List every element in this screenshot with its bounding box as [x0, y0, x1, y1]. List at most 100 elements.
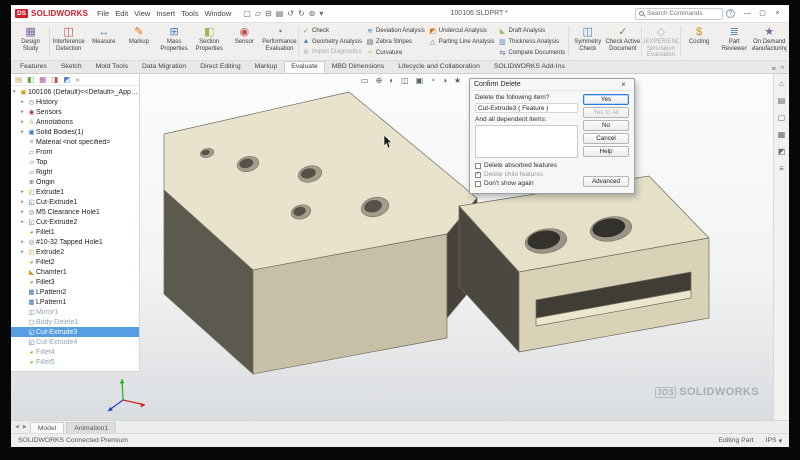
display-style-icon[interactable]: ◔: [430, 76, 435, 85]
dependent-items-list[interactable]: [475, 125, 578, 158]
tree-item[interactable]: ▸◎M5 Clearance Hole1: [11, 207, 139, 217]
costing-button[interactable]: $Costing: [682, 24, 717, 59]
delete-absorbed-features-checkbox[interactable]: Delete absorbed features: [475, 162, 578, 169]
don-t-show-again-checkbox[interactable]: Don't show again: [475, 180, 578, 187]
mass-properties-button[interactable]: ⊞Mass Properties: [157, 24, 192, 59]
tree-item[interactable]: ▸◷History: [11, 97, 139, 107]
command-search[interactable]: [635, 8, 723, 20]
propertymanager-tab-icon[interactable]: ◧: [27, 75, 34, 84]
tree-item[interactable]: ◫Mirror1: [11, 307, 139, 317]
tree-item[interactable]: ▸▣Solid Bodies(1): [11, 127, 139, 137]
help-button[interactable]: Help: [583, 146, 629, 157]
tree-item[interactable]: ◕Fillet2: [11, 257, 139, 267]
collapse-ribbon-icon[interactable]: ^: [781, 66, 784, 73]
tree-item[interactable]: ▸◱Cut-Extrude1: [11, 197, 139, 207]
doc-tab-model[interactable]: Model: [30, 422, 65, 433]
zebra-stripes-button[interactable]: ▤Zebra Stripes: [366, 38, 425, 46]
view-palette-icon[interactable]: ▦: [778, 130, 786, 139]
design-study-button[interactable]: ▦Design Study: [13, 24, 48, 59]
check-button[interactable]: ✓Check: [302, 27, 362, 35]
home-icon[interactable]: ⌂: [779, 79, 784, 88]
search-input[interactable]: [647, 10, 717, 17]
tab-sketch[interactable]: Sketch: [54, 61, 89, 73]
tab-data-migration[interactable]: Data Migration: [135, 61, 193, 73]
curvature-button[interactable]: ≈Curvature: [366, 49, 425, 56]
interference-detection-button[interactable]: ◫Interference Detection: [51, 24, 86, 59]
menu-insert[interactable]: Insert: [153, 9, 178, 18]
tree-item[interactable]: ▸◰Extrude2: [11, 247, 139, 257]
tab-solidworks-add-ins[interactable]: SOLIDWORKS Add-Ins: [487, 61, 572, 73]
close-icon[interactable]: ×: [617, 80, 630, 89]
tab-lifecycle-and-collaboration[interactable]: Lifecycle and Collaboration: [391, 61, 487, 73]
redo-icon[interactable]: ↻: [298, 9, 305, 19]
zoom-to-area-icon[interactable]: ⊕: [376, 76, 383, 85]
tab-scroll-left-icon[interactable]: ◀: [14, 424, 20, 430]
tree-item[interactable]: ▦LPattern1: [11, 297, 139, 307]
tab-mbd-dimensions[interactable]: MBD Dimensions: [325, 61, 392, 73]
custom-properties-icon[interactable]: ≡: [779, 164, 784, 173]
cancel-button[interactable]: Cancel: [583, 133, 629, 144]
units-selector[interactable]: IPS ▾: [766, 437, 782, 445]
featuremanager-tab-icon[interactable]: ▤: [15, 75, 22, 84]
configurationmanager-tab-icon[interactable]: ▦: [39, 75, 46, 84]
tree-item[interactable]: ⊕Origin: [11, 177, 139, 187]
tree-flyout-icon[interactable]: »: [75, 75, 79, 84]
measure-button[interactable]: ↔Measure: [86, 24, 121, 59]
symmetry-check-button[interactable]: ◫Symmetry Check: [570, 24, 605, 59]
design-library-icon[interactable]: ▤: [778, 96, 786, 105]
performance-evaluation-button[interactable]: ◔Performance Evaluation: [262, 24, 297, 59]
doc-tab-animation1[interactable]: Animation1: [66, 422, 116, 433]
tab-evaluate[interactable]: Evaluate: [284, 61, 324, 73]
tab-scroll-right-icon[interactable]: ▶: [22, 424, 28, 430]
sensor-button[interactable]: ◉Sensor: [227, 24, 262, 59]
tree-item[interactable]: ◕Fillet4: [11, 347, 139, 357]
tab-markup[interactable]: Markup: [248, 61, 285, 73]
markup-button[interactable]: ✎Markup: [121, 24, 156, 59]
parting-line-analysis-button[interactable]: △Parting Line Analysis: [429, 38, 495, 46]
print-icon[interactable]: ▤: [276, 9, 284, 19]
new-file-icon[interactable]: ▢: [243, 9, 251, 19]
deviation-analysis-button[interactable]: ≋Deviation Analysis: [366, 27, 425, 35]
tree-item[interactable]: ▸◰Extrude1: [11, 187, 139, 197]
options-dropdown-icon[interactable]: ▾: [319, 9, 323, 19]
ribbon-options-icon[interactable]: ≡: [772, 66, 776, 73]
save-icon[interactable]: ⊟: [265, 9, 272, 19]
zoom-fit-icon[interactable]: ▭: [361, 76, 369, 85]
tab-direct-editing[interactable]: Direct Editing: [193, 61, 247, 73]
minimize-button[interactable]: —: [740, 7, 755, 21]
menu-view[interactable]: View: [131, 9, 153, 18]
tree-item[interactable]: ▢Body-Delete1: [11, 317, 139, 327]
compare-documents-button[interactable]: ⇆Compare Documents: [498, 49, 565, 57]
check-active-document-button[interactable]: ✓Check Active Document: [605, 24, 640, 59]
dimxpertmanager-tab-icon[interactable]: ◨: [51, 75, 58, 84]
thickness-analysis-button[interactable]: ▥Thickness Analysis: [498, 38, 565, 46]
tree-item[interactable]: ◱Cut-Extrude4: [11, 337, 139, 347]
hide-show-items-icon[interactable]: ◑: [442, 76, 447, 85]
yes-button[interactable]: Yes: [583, 94, 629, 105]
tree-item[interactable]: ▾▣100106 (Default)<<Default>_Appearance: [11, 87, 139, 97]
tab-features[interactable]: Features: [13, 61, 54, 73]
menu-edit[interactable]: Edit: [112, 9, 131, 18]
on-demand-manufacturing-button[interactable]: ★On Demand Manufacturing: [752, 24, 787, 59]
menu-file[interactable]: File: [94, 9, 112, 18]
tree-item[interactable]: ▸◎#10-32 Tapped Hole1: [11, 237, 139, 247]
tree-item[interactable]: ▱Front: [11, 147, 139, 157]
maximize-button[interactable]: ▢: [755, 7, 770, 21]
section-view-icon[interactable]: ◫: [401, 76, 409, 85]
open-file-icon[interactable]: ▱: [255, 9, 261, 19]
close-button[interactable]: ×: [770, 7, 785, 21]
tree-item[interactable]: ▱Top: [11, 157, 139, 167]
part-reviewer-button[interactable]: ≣Part Reviewer: [717, 24, 752, 59]
tree-item[interactable]: ◣Chamfer1: [11, 267, 139, 277]
section-properties-button[interactable]: ◧Section Properties: [192, 24, 227, 59]
appearances-icon[interactable]: ◩: [778, 147, 786, 156]
tree-item[interactable]: ▸AAnnotations: [11, 117, 139, 127]
geometry-analysis-button[interactable]: ▲Geometry Analysis: [302, 38, 362, 45]
undo-icon[interactable]: ↺: [287, 9, 294, 19]
tree-item[interactable]: ◕Fillet3: [11, 277, 139, 287]
tree-item[interactable]: ≡Material <not specified>: [11, 137, 139, 147]
previous-view-icon[interactable]: ◐: [389, 76, 394, 85]
tab-mold-tools[interactable]: Mold Tools: [89, 61, 135, 73]
tree-item[interactable]: ◱Cut-Extrude3: [11, 327, 139, 337]
view-orientation-icon[interactable]: ▣: [416, 76, 424, 85]
